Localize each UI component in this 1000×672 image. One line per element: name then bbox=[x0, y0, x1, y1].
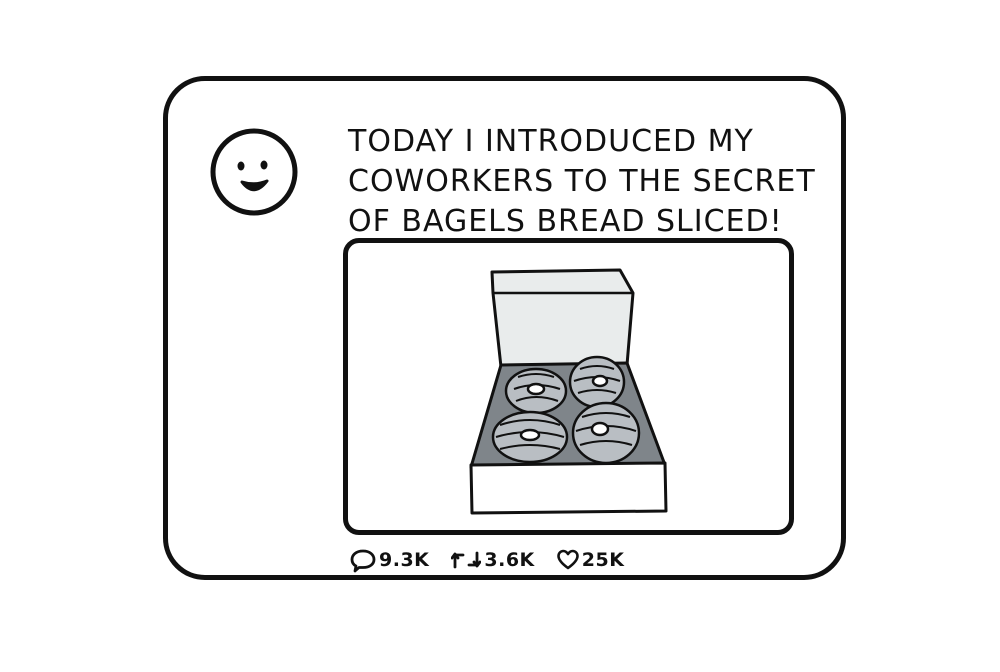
heart-icon bbox=[556, 549, 579, 570]
reply-button[interactable]: 9.3K bbox=[350, 547, 429, 573]
speech-bubble-icon bbox=[350, 549, 376, 573]
like-count: 25K bbox=[581, 549, 625, 571]
repost-count: 3.6K bbox=[484, 549, 535, 571]
post-image[interactable] bbox=[343, 238, 794, 535]
repost-arrows-icon bbox=[451, 551, 482, 569]
post-text-line: TODAY I INTRODUCED MY bbox=[348, 124, 754, 159]
repost-button[interactable]: 3.6K bbox=[451, 548, 534, 572]
bagel-box-illustration bbox=[469, 268, 668, 515]
post-stats: 9.3K 3.6K 25K bbox=[350, 544, 646, 576]
like-button[interactable]: 25K bbox=[556, 549, 625, 571]
reply-count: 9.3K bbox=[379, 549, 430, 571]
bagel-icon bbox=[491, 410, 569, 464]
bagel-icon bbox=[504, 367, 568, 415]
avatar-smiley-icon[interactable] bbox=[210, 128, 300, 218]
post-text-line: COWORKERS TO THE SECRET bbox=[348, 164, 816, 199]
bagel-icon bbox=[568, 355, 626, 409]
bagel-icon bbox=[571, 401, 641, 465]
post-text: TODAY I INTRODUCED MY COWORKERS TO THE S… bbox=[348, 122, 818, 242]
post-text-line: OF BAGELS BREAD SLICED! bbox=[348, 204, 783, 239]
